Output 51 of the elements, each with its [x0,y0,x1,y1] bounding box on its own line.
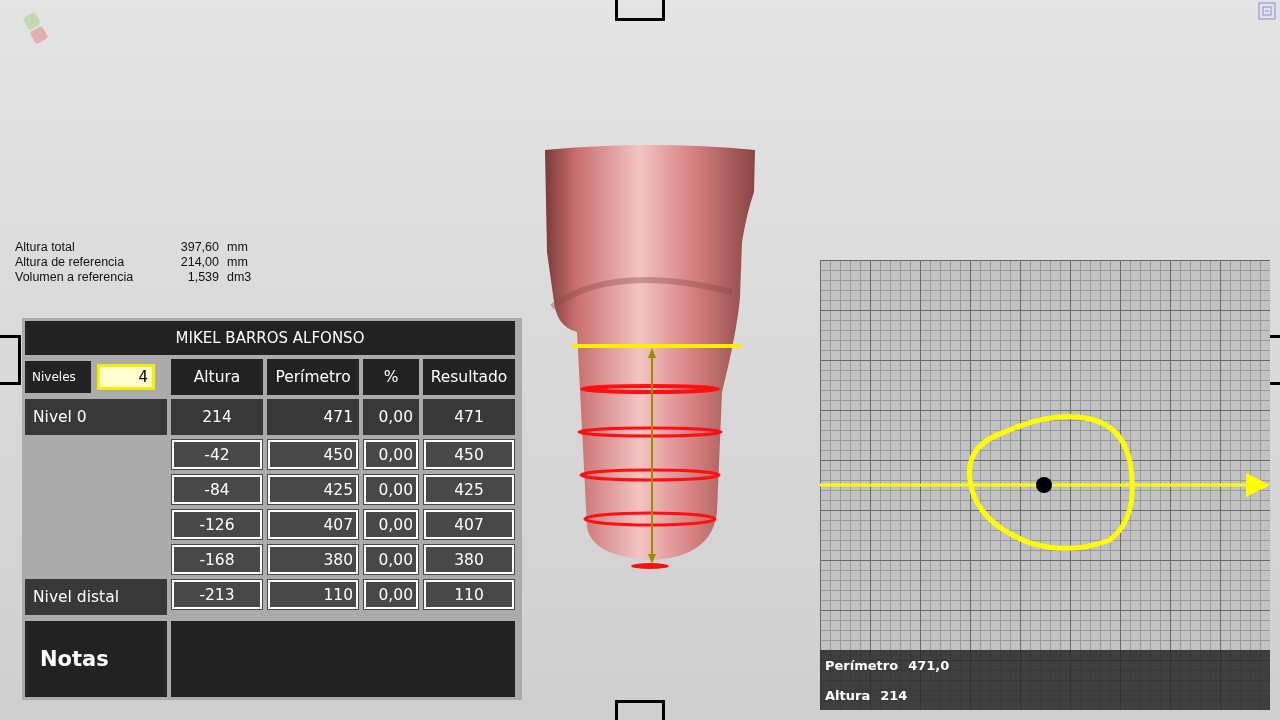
stat-label: Volumen a referencia [15,270,135,285]
table-cell[interactable]: 0,00 [363,544,419,575]
table-cell[interactable]: 407 [267,509,359,540]
table-cell[interactable]: -126 [171,509,263,540]
stat-unit: dm3 [227,270,253,285]
column-header: Resultado [423,359,515,395]
stat-label: Altura total [15,240,76,255]
table-cell[interactable]: -42 [171,439,263,470]
table-cell[interactable]: 0,00 [363,579,419,610]
stat-value: 397,60 [179,240,219,255]
table-cell: 214 [171,399,263,435]
table-cell[interactable]: 425 [423,474,515,505]
table-cell: 471 [423,399,515,435]
column-header: Altura [171,359,263,395]
table-cell[interactable]: -213 [171,579,263,610]
center-point [1036,477,1052,493]
table-cell[interactable]: 0,00 [363,439,419,470]
table-cell[interactable]: 380 [423,544,515,575]
reading-label: Altura [825,687,871,703]
stat-unit: mm [227,255,249,270]
table-cell[interactable]: 425 [267,474,359,505]
patient-name: MIKEL BARROS ALFONSO [25,321,515,355]
table-cell[interactable]: -84 [171,474,263,505]
table-cell[interactable]: 450 [267,439,359,470]
table-cell: 471 [267,399,359,435]
notes-label: Notas [25,621,167,697]
table-cell[interactable]: 450 [423,439,515,470]
column-header: % [363,359,419,395]
stat-unit: mm [227,240,249,255]
stat-value: 1,539 [186,270,219,285]
reading-value: 214 [880,687,908,703]
viewport-marker [615,0,665,21]
reading-value: 471,0 [908,657,950,673]
reading-label: Perímetro [825,657,899,673]
stat-label: Altura de referencia [15,255,126,270]
table-cell[interactable]: 110 [267,579,359,610]
table-cell[interactable]: 110 [423,579,515,610]
levels-input[interactable]: 4 [97,364,155,390]
row-label: Nivel 0 [25,399,167,435]
row-label: Nivel distal [25,579,167,615]
table-cell[interactable]: 0,00 [363,474,419,505]
table-cell[interactable]: -168 [171,544,263,575]
table-cell[interactable]: 380 [267,544,359,575]
stat-value: 214,00 [179,255,219,270]
table-cell: 0,00 [363,399,419,435]
column-header: Perímetro [267,359,359,395]
table-cell[interactable]: 0,00 [363,509,419,540]
levels-label: Niveles [25,361,91,393]
notes-field[interactable] [171,621,515,697]
table-cell[interactable]: 407 [423,509,515,540]
minimize-icon[interactable] [1258,2,1276,20]
